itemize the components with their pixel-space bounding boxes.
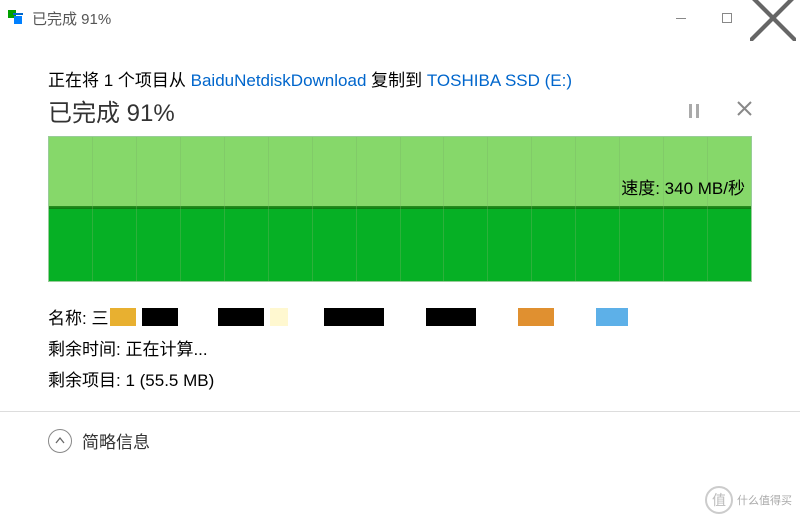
time-remaining-row: 剩余时间: 正在计算... (48, 335, 752, 360)
details-toggle-label: 简略信息 (82, 428, 150, 453)
window-controls (658, 2, 796, 34)
source-link[interactable]: BaiduNetdiskDownload (191, 71, 367, 90)
toggle-details-button[interactable] (48, 429, 72, 453)
watermark: 值 什么值得买 (705, 486, 792, 514)
maximize-button[interactable] (704, 2, 750, 34)
name-label: 名称: 三 (48, 304, 108, 329)
window-title: 已完成 91% (32, 8, 658, 29)
dialog-content: 正在将 1 个项目从 BaiduNetdiskDownload 复制到 TOSH… (0, 36, 800, 391)
speed-label: 速度: 340 MB/秒 (621, 174, 745, 199)
footer: 简略信息 (0, 412, 800, 469)
progress-row: 已完成 91% (48, 93, 752, 128)
close-button[interactable] (750, 2, 796, 34)
name-row: 名称: 三 (48, 304, 752, 329)
title-bar: 已完成 91% (0, 0, 800, 36)
watermark-text: 什么值得买 (737, 492, 792, 508)
items-remaining-row: 剩余项目: 1 (55.5 MB) (48, 366, 752, 391)
minimize-button[interactable] (658, 2, 704, 34)
copy-description: 正在将 1 个项目从 BaiduNetdiskDownload 复制到 TOSH… (48, 66, 752, 91)
progress-percent: 已完成 91% (48, 93, 175, 128)
speed-chart: 速度: 340 MB/秒 (48, 136, 752, 282)
watermark-icon: 值 (705, 486, 733, 514)
copy-mid: 复制到 (366, 71, 426, 90)
cancel-button[interactable] (737, 101, 752, 121)
dest-link[interactable]: TOSHIBA SSD (E:) (427, 71, 572, 90)
copy-dialog-icon (8, 10, 24, 26)
redacted-filename (110, 308, 628, 326)
pause-button[interactable] (689, 104, 699, 118)
copy-prefix: 正在将 1 个项目从 (48, 71, 191, 90)
